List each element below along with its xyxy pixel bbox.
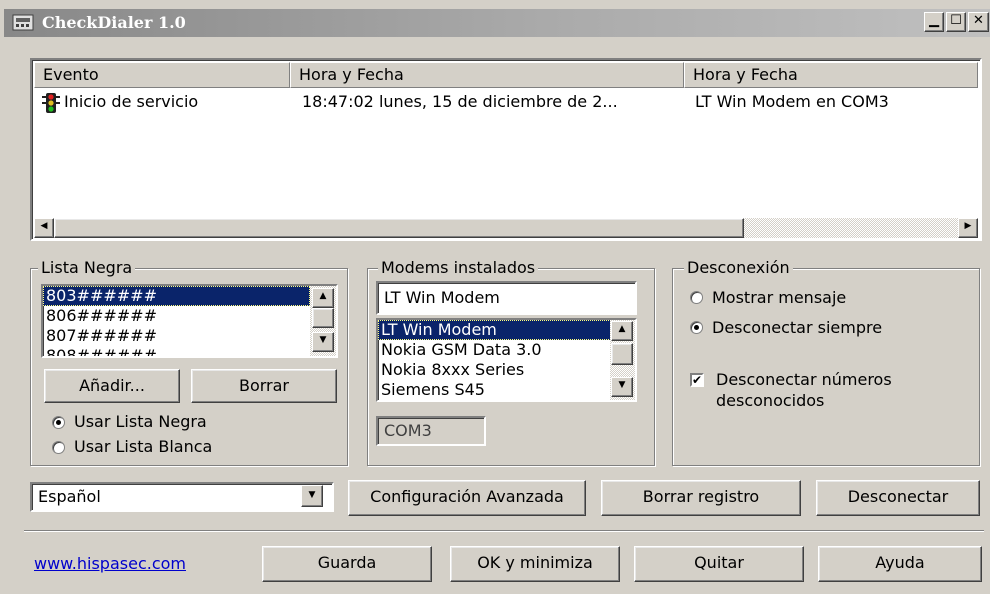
event-detail: LT Win Modem en COM3	[695, 92, 889, 111]
scroll-down-button[interactable]: ▼	[611, 377, 633, 397]
list-item[interactable]: Nokia GSM Data 3.0	[378, 340, 635, 360]
checkbox-label-line1: Desconectar números	[716, 370, 892, 389]
language-value: Español	[38, 487, 101, 506]
desconexion-legend: Desconexión	[684, 258, 793, 277]
scroll-up-button[interactable]: ▲	[312, 288, 334, 308]
arrow-up-icon: ▲	[319, 291, 327, 301]
arrow-left-icon: ◀	[40, 221, 48, 231]
disconnect-button[interactable]: Desconectar	[816, 480, 980, 516]
minimize-button[interactable]: ▁	[924, 12, 944, 32]
modem-listbox[interactable]: LT Win Modem Nokia GSM Data 3.0 Nokia 8x…	[376, 318, 637, 402]
radio-usar-lista-negra[interactable]	[52, 416, 65, 429]
maximize-icon: ☐	[950, 13, 962, 28]
hispasec-link[interactable]: www.hispasec.com	[34, 554, 186, 573]
horizontal-scroll-thumb[interactable]	[54, 218, 744, 238]
close-icon: ✕	[973, 13, 984, 28]
checkbox-label-line2: desconocidos	[716, 391, 825, 410]
radio-desconectar-siempre[interactable]	[690, 321, 703, 334]
arrow-down-icon: ▼	[319, 335, 327, 345]
maximize-button[interactable]: ☐	[946, 12, 966, 32]
window-title: CheckDialer 1.0	[42, 13, 186, 32]
clear-log-button[interactable]: Borrar registro	[601, 480, 801, 516]
column-header-evento[interactable]: Evento	[34, 62, 290, 88]
list-item[interactable]: 803######	[43, 286, 310, 306]
chevron-down-icon: ▼	[308, 490, 316, 500]
delete-button[interactable]: Borrar	[191, 369, 337, 403]
ok-minimize-button[interactable]: OK y minimiza	[450, 546, 620, 582]
column-header-detalle[interactable]: Hora y Fecha	[684, 62, 978, 88]
add-button[interactable]: Añadir...	[44, 369, 180, 403]
language-select[interactable]: Español	[30, 482, 334, 512]
radio-mostrar-mensaje-label: Mostrar mensaje	[712, 288, 847, 307]
arrow-down-icon: ▼	[618, 380, 626, 390]
blacklist-scroll-thumb[interactable]	[312, 308, 334, 328]
lista-negra-legend: Lista Negra	[38, 258, 136, 277]
modem-scroll-thumb[interactable]	[611, 343, 633, 365]
modems-legend: Modems instalados	[378, 258, 539, 277]
radio-usar-lista-negra-label: Usar Lista Negra	[74, 412, 207, 431]
app-icon	[12, 13, 34, 32]
list-item[interactable]: LT Win Modem	[378, 320, 611, 340]
blacklist-listbox[interactable]: 803###### 806###### 807###### 808######	[41, 284, 338, 358]
column-header-hora-fecha[interactable]: Hora y Fecha	[290, 62, 684, 88]
advanced-config-button[interactable]: Configuración Avanzada	[348, 480, 586, 516]
list-item[interactable]: Siemens S45	[378, 380, 635, 400]
radio-usar-lista-blanca[interactable]	[52, 441, 65, 454]
footer-separator	[24, 530, 984, 532]
radio-mostrar-mensaje[interactable]	[690, 291, 703, 304]
radio-desconectar-siempre-label: Desconectar siempre	[712, 318, 883, 337]
language-dropdown-button[interactable]: ▼	[301, 485, 323, 507]
scroll-up-button[interactable]: ▲	[611, 321, 633, 341]
event-datetime: 18:47:02 lunes, 15 de diciembre de 2...	[302, 92, 618, 111]
com-port-field: COM3	[376, 416, 486, 446]
list-item[interactable]: 806######	[43, 306, 336, 326]
radio-usar-lista-blanca-label: Usar Lista Blanca	[74, 437, 213, 456]
help-button[interactable]: Ayuda	[818, 546, 982, 582]
scroll-down-button[interactable]: ▼	[312, 332, 334, 352]
traffic-light-icon	[40, 92, 62, 114]
event-name: Inicio de servicio	[64, 92, 199, 111]
list-item[interactable]: 808######	[43, 346, 336, 356]
scroll-right-button[interactable]: ▶	[958, 218, 978, 238]
minimize-icon: ▁	[929, 13, 939, 28]
modem-name-field[interactable]: LT Win Modem	[376, 281, 637, 315]
arrow-right-icon: ▶	[964, 221, 972, 231]
arrow-up-icon: ▲	[618, 324, 626, 334]
list-item[interactable]: Nokia 8xxx Series	[378, 360, 635, 380]
close-button[interactable]: ✕	[968, 12, 989, 32]
save-button[interactable]: Guarda	[262, 546, 432, 582]
list-item[interactable]: 807######	[43, 326, 336, 346]
scroll-left-button[interactable]: ◀	[34, 218, 54, 238]
checkbox-desconectar-desconocidos[interactable]: ✔	[690, 373, 704, 387]
quit-button[interactable]: Quitar	[634, 546, 804, 582]
